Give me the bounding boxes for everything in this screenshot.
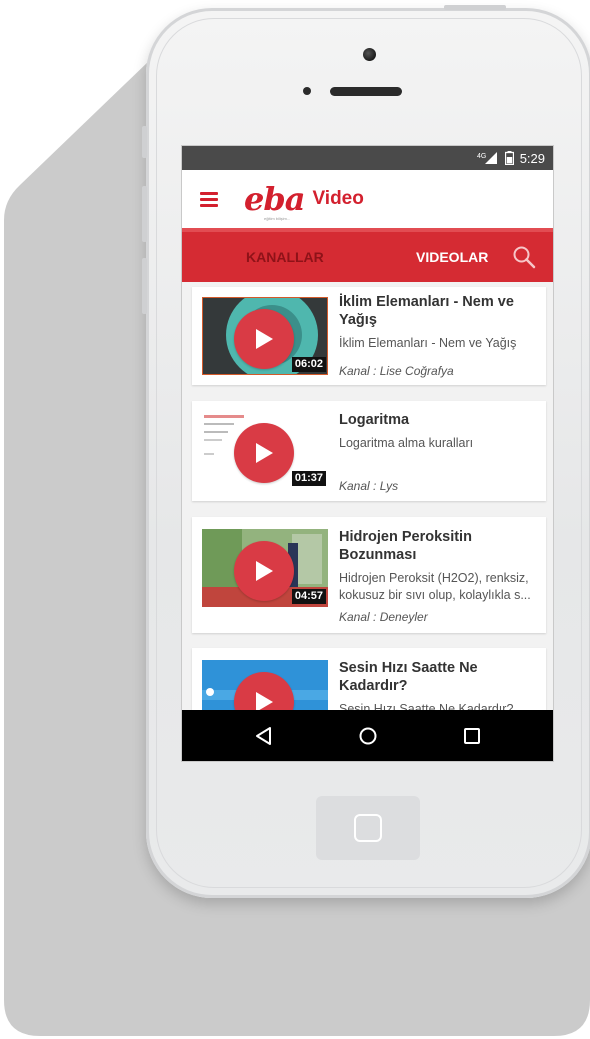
video-title: İklim Elemanları - Nem ve Yağış bbox=[339, 294, 514, 329]
video-duration: 01:37 bbox=[291, 471, 326, 486]
power-button bbox=[444, 5, 506, 10]
video-info: Sesin Hızı Saatte Ne Kadardır? Sesin Hız… bbox=[339, 659, 540, 712]
home-button[interactable] bbox=[316, 796, 420, 860]
home-button-icon bbox=[354, 814, 382, 842]
video-list: 06:02 İklim Elemanları - Nem ve Yağış İk… bbox=[182, 282, 553, 712]
video-thumbnail bbox=[202, 660, 328, 712]
logo-tagline: eğitim bilişim... bbox=[264, 216, 291, 221]
play-icon bbox=[256, 692, 273, 712]
home-circle-icon[interactable] bbox=[358, 726, 378, 746]
video-duration: 06:02 bbox=[291, 357, 326, 372]
back-triangle-icon[interactable] bbox=[254, 726, 274, 746]
video-duration: 04:57 bbox=[291, 589, 326, 604]
video-thumbnail: 06:02 bbox=[202, 297, 328, 375]
video-channel: Kanal : Lise Coğrafya bbox=[339, 364, 454, 378]
battery-icon bbox=[504, 151, 514, 165]
video-description: Hidrojen Peroksit (H2O2), renksiz, kokus… bbox=[339, 571, 531, 602]
front-camera bbox=[363, 48, 376, 61]
volume-down bbox=[142, 258, 147, 314]
recents-square-icon[interactable] bbox=[462, 726, 482, 746]
video-card[interactable]: Sesin Hızı Saatte Ne Kadardır? Sesin Hız… bbox=[192, 648, 546, 712]
hamburger-icon[interactable] bbox=[200, 191, 222, 207]
play-button[interactable] bbox=[234, 541, 294, 601]
android-nav-bar bbox=[182, 710, 553, 761]
network-type: 4G bbox=[477, 153, 486, 160]
play-icon bbox=[256, 443, 273, 463]
play-icon bbox=[256, 329, 273, 349]
tab-kanallar[interactable]: KANALLAR bbox=[246, 232, 324, 282]
video-card[interactable]: 04:57 Hidrojen Peroksitin Bozunması Hidr… bbox=[192, 517, 546, 633]
video-description: İklim Elemanları - Nem ve Yağış bbox=[339, 336, 517, 351]
video-card[interactable]: 06:02 İklim Elemanları - Nem ve Yağış İk… bbox=[192, 287, 546, 385]
app-bar: eba eğitim bilişim... Video bbox=[182, 170, 553, 228]
search-icon[interactable] bbox=[511, 244, 537, 270]
video-thumbnail: 01:37 bbox=[202, 411, 328, 489]
video-channel: Kanal : Lys bbox=[339, 479, 399, 493]
play-icon bbox=[256, 561, 273, 581]
video-thumbnail: 04:57 bbox=[202, 529, 328, 607]
app-title: Video bbox=[312, 188, 364, 209]
signal-icon: 4G bbox=[477, 152, 497, 164]
phone-screen: 4G 5:29 eba eğitim bilişim... Video KANA… bbox=[181, 145, 554, 762]
play-button[interactable] bbox=[234, 423, 294, 483]
earpiece-speaker bbox=[330, 87, 402, 96]
video-info: Hidrojen Peroksitin Bozunması Hidrojen P… bbox=[339, 528, 540, 603]
tab-bar: KANALLAR VIDEOLAR bbox=[182, 228, 553, 282]
play-button[interactable] bbox=[234, 309, 294, 369]
video-card[interactable]: 01:37 Logaritma Logaritma alma kuralları… bbox=[192, 401, 546, 501]
proximity-sensor bbox=[303, 87, 311, 95]
video-description: Logaritma alma kuralları bbox=[339, 436, 474, 451]
status-time: 5:29 bbox=[519, 150, 545, 166]
eba-logo: eba bbox=[244, 180, 305, 218]
volume-switch bbox=[142, 126, 147, 158]
video-info: İklim Elemanları - Nem ve Yağış İklim El… bbox=[339, 293, 540, 352]
video-channel: Kanal : Deneyler bbox=[339, 610, 428, 624]
status-bar: 4G 5:29 bbox=[182, 146, 553, 170]
volume-up bbox=[142, 186, 147, 242]
video-title: Sesin Hızı Saatte Ne Kadardır? bbox=[339, 660, 478, 695]
video-title: Hidrojen Peroksitin Bozunması bbox=[339, 529, 472, 564]
tab-videolar[interactable]: VIDEOLAR bbox=[416, 232, 488, 282]
video-title: Logaritma bbox=[339, 412, 410, 428]
video-info: Logaritma Logaritma alma kuralları bbox=[339, 411, 540, 451]
